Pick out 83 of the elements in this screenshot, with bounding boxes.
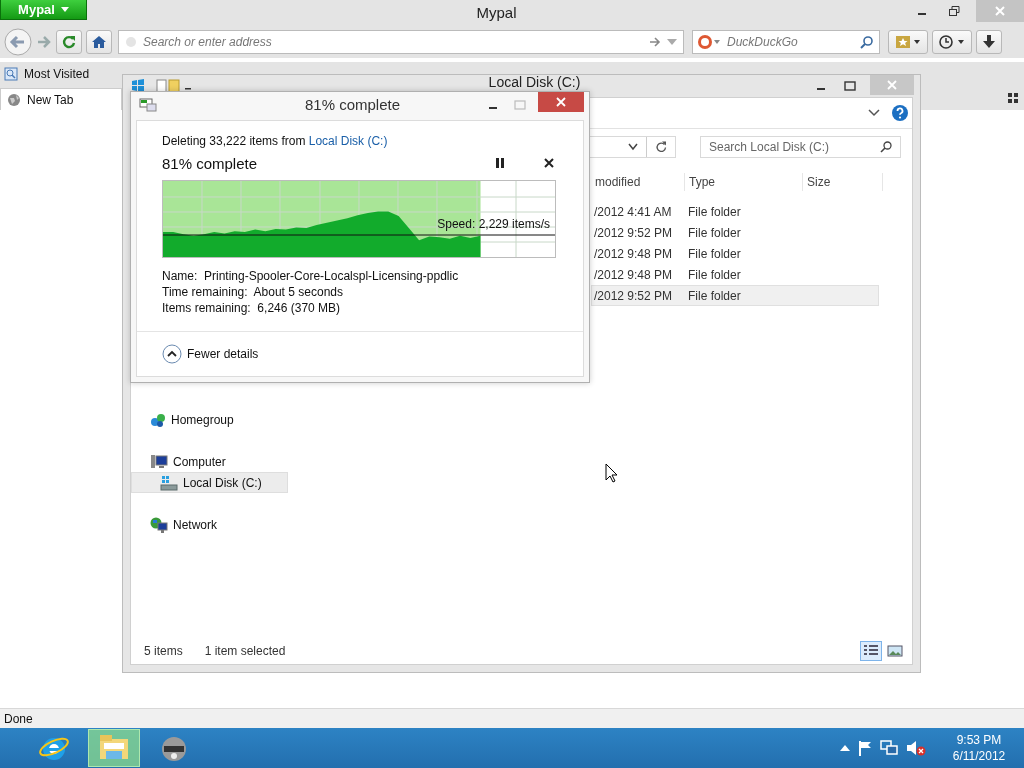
mouse-cursor-icon [605,463,618,483]
network-icon [150,516,168,533]
history-button[interactable] [932,30,972,54]
detail-line: Name: Printing-Spooler-Core-Localspl-Licensing-ppdlic [162,268,460,284]
home-icon [92,35,106,49]
pause-icon[interactable] [496,158,504,168]
muted-speaker-icon[interactable] [906,740,926,756]
dropdown-icon[interactable] [628,143,638,151]
picture-icon [887,644,903,658]
drive-icon [160,474,178,491]
detail-line: Time remaining: About 5 seconds [162,284,344,300]
close-button[interactable] [538,92,584,112]
computer-icon [150,453,168,470]
back-icon[interactable] [4,28,32,56]
search-engine-icon[interactable] [697,34,721,50]
progress-heading: 81% complete [162,154,259,172]
search-icon[interactable] [880,141,892,153]
dialog-title: 81% complete [303,96,402,113]
search-folder-icon [4,67,18,81]
file-row[interactable]: /2012 9:48 PM File folder [591,264,879,285]
download-button[interactable] [976,30,1002,54]
maximize-icon[interactable] [844,81,856,91]
file-row[interactable]: /2012 9:52 PM File folder [591,222,879,243]
home-button[interactable] [86,30,112,54]
speed-label: Speed: 2,229 items/s [437,217,550,231]
reload-icon [62,35,76,49]
star-icon [895,35,921,49]
address-input[interactable]: Search or enter address [143,35,643,49]
browser-tab[interactable]: New Tab [0,88,122,110]
operation-summary: Deleting 33,222 items from Local Disk (C:) [162,133,389,149]
caret-icon [60,7,69,12]
file-row[interactable]: /2012 4:41 AM File folder [591,201,879,222]
search-field[interactable]: Search Local Disk (C:) [700,136,901,158]
restore-icon[interactable] [948,5,960,17]
quick-access-icons[interactable] [131,79,193,93]
clock-date[interactable]: 6/11/2012 [952,748,1006,764]
network-icon[interactable] [880,740,898,756]
window-title: Mypal [475,3,518,23]
refresh-icon[interactable] [655,141,667,153]
homegroup-icon [150,411,166,428]
detail-line: Items remaining: 6,246 (370 MB) [162,300,342,316]
nav-item[interactable]: Homegroup [131,409,288,430]
fewer-details-button[interactable]: Fewer details [162,344,259,364]
file-row[interactable]: /2012 9:48 PM File folder [591,243,879,264]
close-icon [556,97,566,107]
search-input[interactable]: DuckDuckGo [727,35,854,49]
column-header[interactable]: Size [803,173,883,191]
help-icon[interactable] [892,105,908,121]
delete-progress-icon [139,97,157,112]
expand-ribbon-icon[interactable] [868,109,880,117]
status-text: Done [4,711,33,726]
item-count: 5 items [144,644,183,658]
bookmark-folder[interactable]: Most Visited [4,67,90,81]
window-title: Local Disk (C:) [487,75,582,90]
details-view-button[interactable] [860,641,882,661]
file-row[interactable]: /2012 9:52 PM File folder [591,285,879,306]
reload-button[interactable] [56,30,82,54]
maximize-icon [514,99,526,110]
cancel-icon[interactable] [544,158,554,168]
download-arrow-icon [982,35,996,49]
search-icon[interactable] [860,35,873,49]
grid-icon[interactable] [1008,93,1018,103]
clock-time[interactable]: 9:53 PM [956,732,1002,748]
close-icon [887,80,897,90]
nav-item[interactable]: Local Disk (C:) [131,472,288,493]
search-input[interactable]: Search Local Disk (C:) [709,140,880,154]
chevron-up-icon [162,344,182,364]
close-icon [994,5,1006,17]
nav-item[interactable]: Computer [131,451,288,472]
column-header[interactable]: modified [591,173,685,191]
globe-icon [7,92,21,107]
clock-icon [939,35,965,49]
selection-count: 1 item selected [204,644,286,658]
site-icon [125,36,137,48]
source-link[interactable]: Local Disk (C:) [308,134,388,148]
show-hidden-icons-icon[interactable] [840,745,850,751]
address-field[interactable]: Search or enter address [118,30,684,54]
details-icon [863,644,879,658]
flag-icon[interactable] [858,740,872,756]
nav-item[interactable]: Network [131,514,288,535]
search-field[interactable]: DuckDuckGo [692,30,880,54]
go-arrow-icon[interactable] [649,36,661,48]
column-header[interactable]: Type [685,173,803,191]
